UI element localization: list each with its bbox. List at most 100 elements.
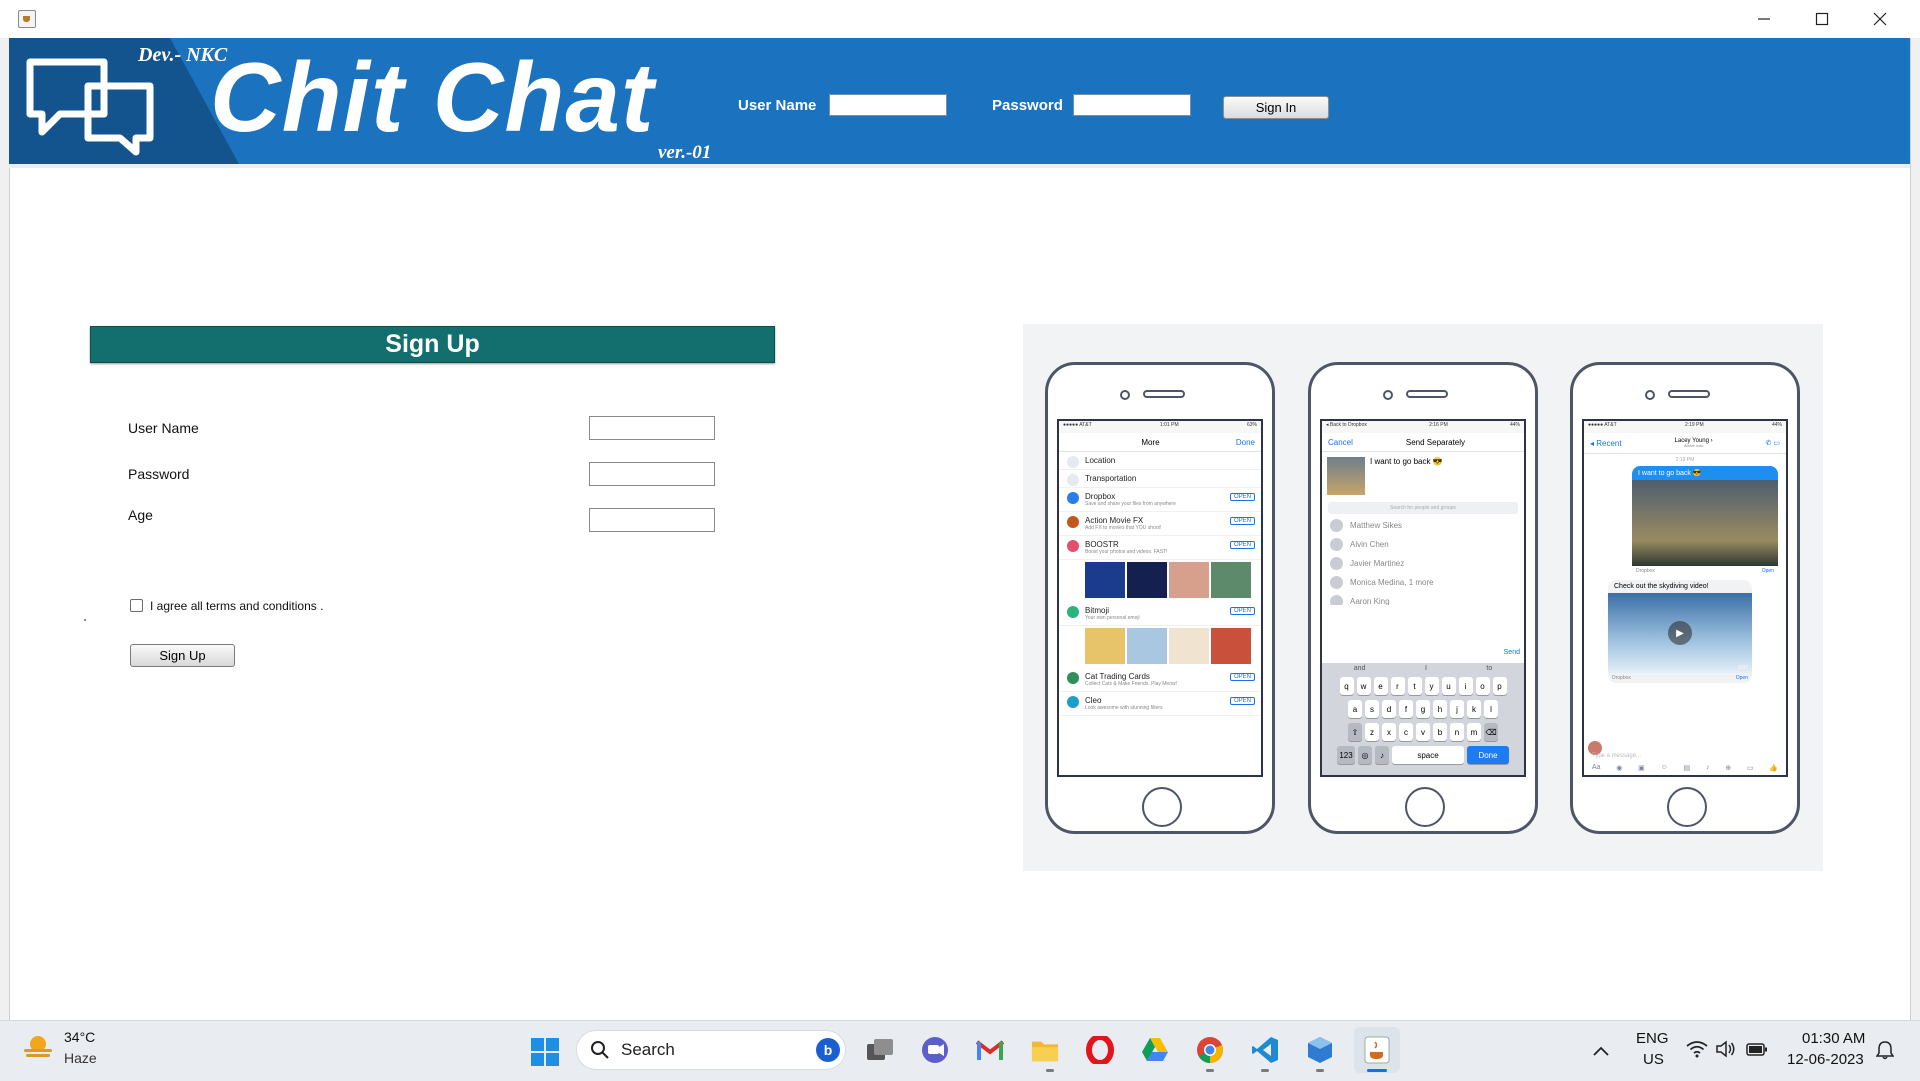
taskbar-search-box[interactable] — [576, 1030, 846, 1070]
message-input: Type a message... — [1592, 753, 1642, 759]
list-item-sub: Your own personal emoji — [1085, 615, 1140, 621]
sign-in-button[interactable]: Sign In — [1223, 96, 1329, 119]
focus-dot — [84, 619, 86, 621]
screen-nav: More Done — [1059, 433, 1261, 452]
globe-key-icon: ◎ — [1358, 746, 1372, 764]
send-row: Send — [1322, 647, 1524, 663]
opera-icon[interactable] — [1086, 1036, 1114, 1064]
key: i — [1458, 677, 1473, 695]
speaker-icon[interactable] — [1716, 1040, 1736, 1058]
list-item: Bitmoji Your own personal emoji OPEN — [1059, 602, 1261, 626]
file-explorer-icon[interactable] — [1031, 1036, 1059, 1064]
thumbnail — [1127, 562, 1167, 598]
dropbox-icon — [1067, 492, 1079, 504]
java-app-taskbar-icon[interactable] — [1363, 1036, 1391, 1064]
clock-date[interactable]: 12-06-2023 — [1787, 1051, 1864, 1068]
notification-bell-icon[interactable] — [1875, 1040, 1895, 1060]
suggestion-bar: and I to — [1324, 665, 1522, 672]
open-badge: OPEN — [1229, 541, 1255, 549]
composer-toolbar: Aa ◉ ▣ ☺ ▤ ♪ ⊕ ▭ 👍 — [1584, 764, 1786, 772]
list-item-title: Cat Trading Cards — [1085, 672, 1150, 681]
done-key: Done — [1467, 746, 1509, 764]
header-username-label: User Name — [738, 97, 817, 114]
chrome-icon[interactable] — [1196, 1036, 1224, 1064]
open-badge: OPEN — [1229, 493, 1255, 501]
list-item-title: Transportation — [1085, 474, 1137, 483]
list-item: Dropbox Save and share your files from an… — [1059, 488, 1261, 512]
key: m — [1467, 723, 1481, 741]
task-view-icon[interactable] — [866, 1036, 894, 1064]
vscode-icon[interactable] — [1251, 1036, 1279, 1064]
contact-item: Alvin Chen — [1322, 535, 1524, 554]
gmail-icon[interactable] — [976, 1036, 1004, 1064]
sign-up-button[interactable]: Sign Up — [130, 644, 235, 667]
space-key: space — [1392, 746, 1464, 764]
battery-icon[interactable] — [1746, 1041, 1768, 1057]
sunset-photo — [1632, 480, 1778, 566]
more-icon: ⊕ — [1725, 765, 1732, 772]
key: g — [1416, 700, 1430, 718]
google-drive-icon[interactable] — [1141, 1036, 1169, 1064]
video-duration: 0:07 — [1738, 665, 1748, 671]
status-time: 1:01 PM — [1159, 422, 1179, 428]
skydiving-video: ▶ 0:07 — [1608, 593, 1752, 673]
maximize-button[interactable] — [1793, 0, 1851, 38]
thumbnail — [1085, 562, 1125, 598]
minimize-button[interactable] — [1735, 0, 1793, 38]
attachment-open: Open — [1761, 568, 1774, 574]
key: l — [1484, 700, 1498, 718]
screen-title: More — [1141, 437, 1160, 447]
status-battery: 63% — [1246, 422, 1257, 428]
list-item-sub: Collect Cats & Make Friends. Play Meow! — [1085, 681, 1177, 687]
key: s — [1365, 700, 1379, 718]
attachment-caption: Dropbox — [1636, 568, 1655, 574]
running-indicator — [1261, 1069, 1269, 1072]
thumbnail-strip — [1059, 560, 1261, 602]
message-1: I want to go back 😎 Dropbox Open — [1632, 466, 1778, 576]
minimize-icon — [1758, 18, 1770, 20]
key-row: qwertyuiop — [1324, 677, 1522, 695]
running-indicator — [1046, 1069, 1054, 1072]
header-username-input[interactable] — [829, 94, 947, 116]
windows-start-icon[interactable] — [530, 1037, 560, 1067]
screen-title: Send Separately — [1405, 437, 1466, 447]
screen-nav: ◂ Recent Lacey Young › Active now ✆ ▭ — [1584, 433, 1786, 454]
send-label: Send — [1503, 649, 1520, 656]
list-item-sub: Add FX to movies that YOU shoot! — [1085, 525, 1162, 531]
running-indicator — [1316, 1069, 1324, 1072]
virtualbox-icon[interactable] — [1306, 1036, 1334, 1064]
signup-age-input[interactable] — [589, 508, 715, 532]
clock-time[interactable]: 01:30 AM — [1802, 1030, 1865, 1047]
weather-description[interactable]: Haze — [64, 1050, 97, 1066]
chevron-up-icon[interactable] — [1592, 1044, 1610, 1056]
text-format-icon: Aa — [1591, 764, 1601, 771]
weather-haze-icon[interactable] — [22, 1034, 54, 1060]
wifi-icon[interactable] — [1686, 1040, 1708, 1058]
key: j — [1450, 700, 1464, 718]
key: t — [1407, 677, 1422, 695]
signup-password-label: Password — [128, 466, 190, 482]
contact-item: Javier Martinez — [1322, 554, 1524, 573]
signup-username-input[interactable] — [589, 416, 715, 440]
signup-password-input[interactable] — [589, 462, 715, 486]
status-carrier: ●●●●● AT&T — [1063, 422, 1092, 428]
list-item-title: Action Movie FX — [1085, 516, 1144, 525]
search-icon — [590, 1040, 610, 1060]
close-button[interactable] — [1851, 0, 1909, 38]
key-row: asdfghjkl — [1324, 700, 1522, 718]
phone-mockup-2: ◂ Back to Dropbox 2:16 PM 44% Cancel Sen… — [1308, 362, 1538, 834]
attachment-open: Open — [1735, 675, 1748, 681]
bing-chat-icon[interactable]: b — [816, 1038, 840, 1062]
terms-label[interactable]: I agree all terms and conditions . — [150, 599, 323, 613]
signup-age-label: Age — [128, 507, 153, 523]
terms-checkbox[interactable] — [130, 599, 143, 612]
weather-temperature[interactable]: 34°C — [64, 1029, 95, 1045]
key: f — [1399, 700, 1413, 718]
window-frame-left — [0, 38, 10, 1020]
header-password-input[interactable] — [1073, 94, 1191, 116]
status-carrier: ●●●●● AT&T — [1588, 422, 1617, 428]
region-label[interactable]: US — [1643, 1051, 1664, 1068]
phone-screen-2: ◂ Back to Dropbox 2:16 PM 44% Cancel Sen… — [1320, 419, 1526, 777]
teams-chat-icon[interactable] — [921, 1036, 949, 1064]
language-label[interactable]: ENG — [1636, 1030, 1669, 1047]
